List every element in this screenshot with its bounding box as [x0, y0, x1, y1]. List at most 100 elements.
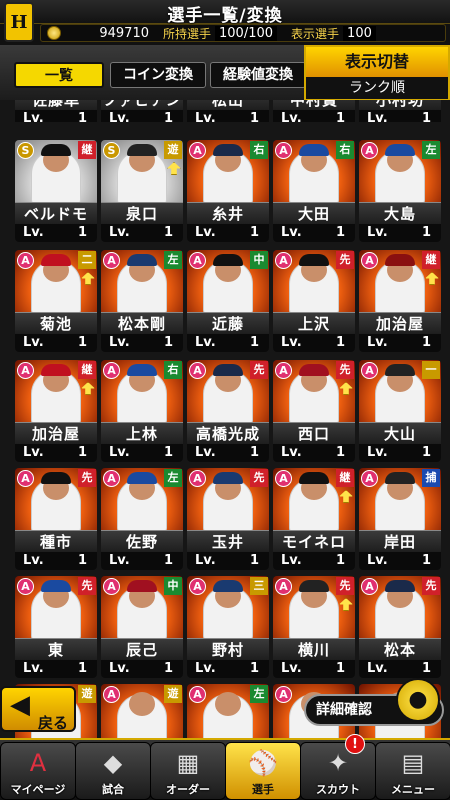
player-name: 大田 — [273, 202, 355, 224]
player-card[interactable]: A 左大島 Lv. 1 — [359, 140, 441, 242]
rank-badge: A — [17, 470, 34, 487]
player-card[interactable]: S 継ベルドモ Lv. 1 — [15, 140, 97, 242]
display-toggle[interactable]: 表示切替 ランク順 — [304, 45, 450, 101]
player-card[interactable]: A 左松本剛 Lv. 1 — [101, 250, 183, 352]
owned-players-value: 100/100 — [215, 25, 278, 41]
position-badge: 右 — [336, 141, 354, 159]
nav-item-5[interactable]: ▤ メニュー — [375, 742, 450, 800]
level-label: Lv. — [195, 225, 216, 240]
player-card[interactable]: A 一大山 Lv. 1 — [359, 360, 441, 462]
level-value: 1 — [421, 225, 431, 240]
position-badge: 左 — [164, 469, 182, 487]
level-label: Lv. — [109, 225, 130, 240]
position-badge: 先 — [336, 577, 354, 595]
rank-badge: A — [103, 578, 120, 595]
player-name: 玉井 — [187, 530, 269, 552]
nav-item-1[interactable]: ◆ 試合 — [75, 742, 151, 800]
player-name: 糸井 — [187, 202, 269, 224]
player-card[interactable]: A 先玉井 Lv. 1 — [187, 468, 269, 570]
level-label: Lv. — [367, 445, 388, 460]
player-card[interactable]: A 捕岸田 Lv. 1 — [359, 468, 441, 570]
player-cap — [213, 254, 243, 266]
player-card[interactable]: S 遊泉口 Lv. 1 — [101, 140, 183, 242]
back-arrow-icon: ◀ — [10, 690, 30, 720]
level-label: Lv. — [367, 225, 388, 240]
back-label: 戻る — [38, 714, 69, 732]
level-value: 1 — [77, 111, 87, 122]
player-card[interactable]: A 先高橋光成 Lv. 1 — [187, 360, 269, 462]
player-card[interactable]: A 右大田 Lv. 1 — [273, 140, 355, 242]
tab-coin-convert[interactable]: コイン変換 — [110, 62, 206, 88]
tab-list[interactable]: 一覧 — [14, 62, 104, 88]
player-cap — [213, 144, 243, 156]
player-card[interactable]: A 先西口 Lv. 1 — [273, 360, 355, 462]
player-card[interactable]: A 二菊池 Lv. 1 — [15, 250, 97, 352]
player-card[interactable]: A 右糸井 Lv. 1 — [187, 140, 269, 242]
nav-item-0[interactable]: A マイページ — [0, 742, 76, 800]
level-value: 1 — [335, 661, 345, 676]
rank-badge: A — [361, 142, 378, 159]
player-cap — [41, 472, 71, 484]
level-value: 1 — [163, 445, 173, 460]
nav-item-4[interactable]: ✦ スカウト — [300, 742, 376, 800]
tab-exp-convert[interactable]: 経験値変換 — [210, 62, 306, 88]
player-name: モイネロ — [273, 530, 355, 552]
player-card-partial[interactable]: ファビアン Lv. 1 — [101, 100, 183, 122]
rank-badge: A — [361, 252, 378, 269]
player-level: Lv. 1 — [273, 334, 355, 352]
player-card-partial[interactable]: 小村功 Lv. 1 — [359, 100, 441, 122]
rank-badge: A — [189, 252, 206, 269]
position-badge: 継 — [422, 251, 440, 269]
back-button[interactable]: ◀ 戻る — [0, 686, 76, 732]
nav-icon: ▦ — [176, 749, 200, 777]
player-name: ファビアン — [101, 100, 183, 110]
player-card[interactable]: A 中近藤 Lv. 1 — [187, 250, 269, 352]
level-label: Lv. — [367, 661, 388, 676]
rank-badge: A — [361, 362, 378, 379]
player-card[interactable]: A 継モイネロ Lv. 1 — [273, 468, 355, 570]
player-card-partial[interactable]: 松山 Lv. 1 — [187, 100, 269, 122]
player-card[interactable]: A 継加治屋 Lv. 1 — [359, 250, 441, 352]
level-value: 1 — [77, 661, 87, 676]
player-card[interactable]: A 中辰己 Lv. 1 — [101, 576, 183, 678]
player-card[interactable]: A 右上林 Lv. 1 — [101, 360, 183, 462]
rank-badge: A — [103, 470, 120, 487]
player-card-partial[interactable]: 佐藤隼 Lv. 1 — [15, 100, 97, 122]
player-level: Lv. 1 — [273, 224, 355, 242]
rank-badge: A — [275, 686, 292, 703]
player-card[interactable]: A 先種市 Lv. 1 — [15, 468, 97, 570]
player-level: Lv. 1 — [187, 660, 269, 678]
level-value: 1 — [335, 111, 345, 122]
player-card[interactable]: A 先松本 Lv. 1 — [359, 576, 441, 678]
player-card-partial[interactable]: 中村貴 Lv. 1 — [273, 100, 355, 122]
player-name: 菊池 — [15, 312, 97, 334]
player-card-peek[interactable]: A左 — [187, 684, 269, 740]
nav-label: マイページ — [10, 783, 66, 796]
player-level: Lv. 1 — [359, 552, 441, 570]
player-level: Lv. 1 — [15, 552, 97, 570]
player-cap — [299, 580, 329, 592]
nav-label: オーダー — [166, 783, 210, 796]
level-label: Lv. — [23, 335, 44, 350]
player-level: Lv. 1 — [101, 660, 183, 678]
player-card[interactable]: A 先横川 Lv. 1 — [273, 576, 355, 678]
player-card[interactable]: A 左佐野 Lv. 1 — [101, 468, 183, 570]
detail-character-icon[interactable]: ● — [396, 678, 440, 722]
player-card[interactable]: A 継加治屋 Lv. 1 — [15, 360, 97, 462]
level-label: Lv. — [195, 335, 216, 350]
player-cap — [127, 472, 157, 484]
player-card[interactable]: A 先上沢 Lv. 1 — [273, 250, 355, 352]
level-value: 1 — [249, 553, 259, 568]
level-label: Lv. — [23, 661, 44, 676]
player-name: 松本 — [359, 638, 441, 660]
player-card[interactable]: A 三野村 Lv. 1 — [187, 576, 269, 678]
nav-item-3[interactable]: ⚾ 選手 — [225, 742, 301, 800]
nav-item-2[interactable]: ▦ オーダー — [150, 742, 226, 800]
position-badge: 遊 — [164, 685, 182, 703]
level-label: Lv. — [281, 335, 302, 350]
player-card[interactable]: A 先東 Lv. 1 — [15, 576, 97, 678]
player-card-peek[interactable]: A遊 — [101, 684, 183, 740]
position-badge: 先 — [250, 361, 268, 379]
player-cap — [385, 580, 415, 592]
level-value: 1 — [163, 111, 173, 122]
